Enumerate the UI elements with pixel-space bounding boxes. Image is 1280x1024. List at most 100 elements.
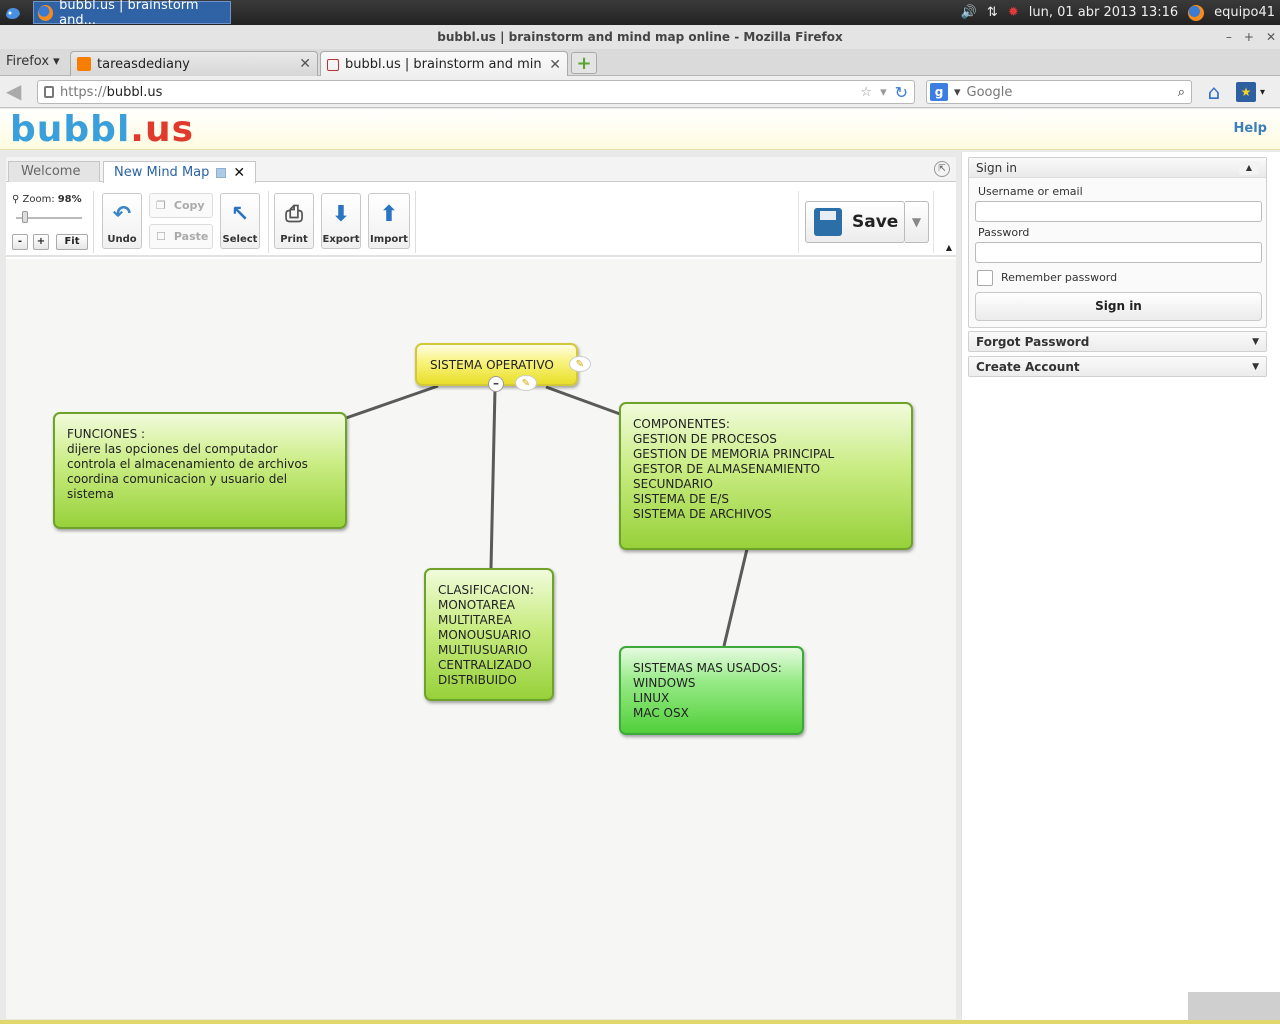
remember-password-checkbox[interactable] (977, 270, 993, 286)
close-window-icon[interactable]: ✕ (1266, 25, 1276, 49)
os-menu-button[interactable] (0, 0, 25, 25)
create-account-panel[interactable]: Create Account ▼ (968, 356, 1267, 377)
window-controls: – + ✕ (1226, 25, 1276, 49)
url-bar[interactable]: https://bubbl.us ☆ ▾ ↻ (37, 80, 915, 104)
tab-label: bubbl.us | brainstorm and min... (345, 57, 544, 72)
xfce-mouse-icon (5, 7, 20, 19)
bubbl-favicon-icon (327, 58, 339, 71)
taskbar-window-label: bubbl.us | brainstorm and... (59, 0, 199, 28)
select-button[interactable]: ↖ Select (220, 193, 260, 249)
search-input[interactable]: Google (967, 85, 1013, 100)
navigation-bar: ◀ https://bubbl.us ☆ ▾ ↻ g ▾ Google ⌕ ⌂ … (0, 76, 1280, 108)
mindmap-node-funciones[interactable]: FUNCIONES : dijere las opciones del comp… (53, 412, 347, 529)
map-settings-icon[interactable] (216, 167, 227, 178)
save-button[interactable]: Save (805, 201, 905, 243)
zoom-out-button[interactable]: - (12, 234, 28, 250)
tab-close-icon[interactable]: ✕ (299, 56, 311, 72)
chevron-up-icon[interactable]: ▲ (1239, 160, 1259, 175)
sign-in-button[interactable]: Sign in (975, 292, 1262, 321)
tab-tareasdediany[interactable]: tareasdediany ✕ (70, 51, 318, 76)
import-icon: ⬆ (379, 201, 399, 227)
logo-part-2: .us (130, 109, 195, 150)
chevron-down-icon: ▼ (1252, 361, 1259, 372)
username-field[interactable] (975, 201, 1262, 222)
create-account-title: Create Account (976, 359, 1080, 374)
mind-map-canvas[interactable]: SISTEMA OPERATIVO ✎ – ✎ FUNCIONES : dije… (6, 259, 956, 1019)
collapse-node-icon[interactable]: – (488, 376, 504, 392)
signin-panel-title: Sign in (976, 160, 1017, 175)
zoom-slider[interactable] (16, 211, 82, 223)
bottom-border (0, 1020, 1280, 1024)
zoom-slider-handle[interactable] (22, 211, 28, 223)
undo-icon: ↶ (112, 201, 132, 227)
help-link[interactable]: Help (1234, 121, 1267, 136)
taskbar-window-button[interactable]: bubbl.us | brainstorm and... (33, 0, 231, 28)
tab-close-icon[interactable]: ✕ (549, 57, 561, 73)
tab-new-mind-map-label: New Mind Map (114, 165, 210, 180)
home-button[interactable]: ⌂ (1201, 80, 1227, 104)
forgot-password-panel[interactable]: Forgot Password ▼ (968, 331, 1267, 352)
logo-part-1: bubbl (10, 109, 131, 150)
print-label: Print (280, 234, 308, 245)
search-bar[interactable]: g ▾ Google ⌕ (926, 80, 1192, 104)
chevron-down-icon: ▼ (1252, 336, 1259, 347)
tab-welcome[interactable]: Welcome (8, 161, 100, 182)
print-button[interactable]: ⎙ Print (274, 193, 314, 249)
password-field[interactable] (975, 242, 1262, 263)
status-corner (1188, 992, 1280, 1020)
url-protocol: https:// (60, 84, 107, 100)
bubbl-logo[interactable]: bubbl.us (10, 112, 194, 148)
import-button[interactable]: ⬆ Import (368, 193, 410, 249)
tab-new-mind-map[interactable]: New Mind Map ✕ (103, 161, 257, 183)
copy-button[interactable]: ❐ Copy (149, 193, 213, 218)
add-note-icon[interactable]: ✎ (569, 356, 591, 372)
mindmap-node-clasificacion[interactable]: CLASIFICACION: MONOTAREA MULTITAREA MONO… (424, 568, 554, 701)
network-icon[interactable]: ⇅ (987, 5, 998, 20)
chevron-down-icon: ▼ (911, 215, 922, 229)
add-child-icon[interactable]: ✎ (515, 375, 537, 391)
forgot-password-title: Forgot Password (976, 334, 1090, 349)
minimize-icon[interactable]: – (1226, 25, 1232, 49)
username-label: Username or email (978, 185, 1083, 198)
bookmarks-button[interactable]: ★ ▾ (1236, 81, 1276, 103)
firefox-menu-button[interactable]: Firefox ▾ (6, 54, 60, 69)
toolbar-collapse-icon[interactable]: ▲ (946, 243, 952, 252)
zoom-fit-button[interactable]: Fit (56, 234, 88, 250)
export-button[interactable]: ⬇ Export (321, 193, 361, 249)
toolbar-divider (268, 191, 269, 253)
lock-icon (44, 86, 54, 98)
zoom-value: 98% (57, 194, 82, 205)
mindmap-node-componentes[interactable]: COMPONENTES: GESTION DE PROCESOS GESTION… (619, 402, 913, 550)
signin-panel-header[interactable]: Sign in ▲ (969, 158, 1266, 178)
collapse-panel-icon[interactable]: ⇱ (934, 161, 950, 177)
save-options-button[interactable]: ▼ (905, 201, 929, 243)
undo-label: Undo (107, 234, 137, 245)
back-button[interactable]: ◀ (6, 81, 30, 103)
import-label: Import (370, 234, 408, 245)
close-map-icon[interactable]: ✕ (233, 165, 245, 181)
search-icon[interactable]: ⌕ (1178, 85, 1191, 100)
clock[interactable]: lun, 01 abr 2013 13:16 (1029, 5, 1178, 20)
paste-button[interactable]: ☐ Paste (149, 224, 213, 249)
tab-bubbl[interactable]: bubbl.us | brainstorm and min... ✕ (320, 51, 568, 77)
update-alert-icon[interactable]: ✹ (1008, 5, 1019, 20)
maximize-icon[interactable]: + (1244, 25, 1254, 49)
google-search-engine-icon[interactable]: g (930, 83, 948, 101)
zoom-in-button[interactable]: + (33, 234, 49, 250)
history-dropdown-icon[interactable]: ▾ (880, 85, 887, 100)
new-tab-button[interactable]: + (571, 52, 597, 74)
tab-label: tareasdediany (97, 56, 190, 72)
mindmap-node-sistemas[interactable]: SISTEMAS MAS USADOS: WINDOWS LINUX MAC O… (619, 646, 804, 735)
bookmark-star-icon[interactable]: ☆ (860, 85, 872, 100)
undo-button[interactable]: ↶ Undo (102, 193, 142, 249)
export-icon: ⬇ (331, 201, 351, 227)
tab-welcome-label: Welcome (21, 164, 81, 179)
search-engine-dropdown-icon[interactable]: ▾ (954, 85, 961, 100)
window-title: bubbl.us | brainstorm and mind map onlin… (437, 30, 843, 44)
reload-icon[interactable]: ↻ (895, 83, 908, 102)
link-componentes-sistemas (722, 548, 749, 647)
floppy-disk-icon (814, 208, 842, 236)
username[interactable]: equipo41 (1214, 5, 1275, 20)
firefox-tray-icon[interactable] (1188, 4, 1205, 21)
volume-icon[interactable]: 🔊 (961, 5, 977, 20)
